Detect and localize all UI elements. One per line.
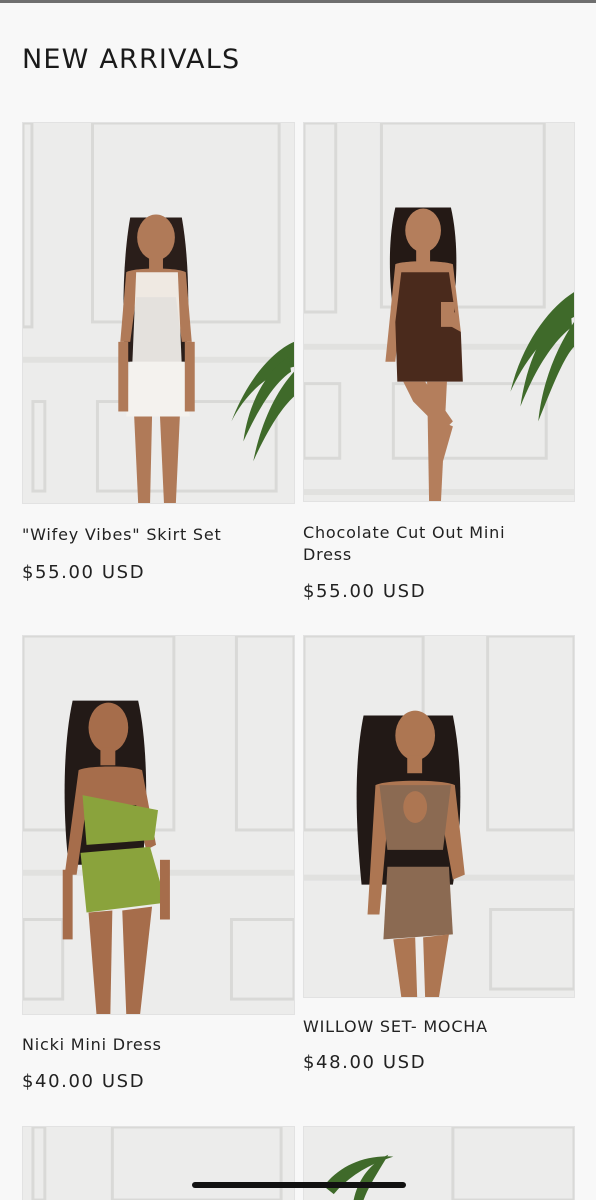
product-image[interactable] <box>303 1126 575 1200</box>
product-name[interactable]: WILLOW SET- MOCHA <box>303 1016 575 1038</box>
product-card-2[interactable]: Chocolate Cut Out Mini Dress $55.00 USD <box>303 122 575 612</box>
section-title: NEW ARRIVALS <box>22 44 241 75</box>
product-card-3[interactable]: Nicki Mini Dress $40.00 USD <box>22 635 295 1105</box>
product-card-5[interactable] <box>22 1126 295 1200</box>
product-card-1[interactable]: "Wifey Vibes" Skirt Set $55.00 USD <box>22 122 295 592</box>
product-card-4[interactable]: WILLOW SET- MOCHA $48.00 USD <box>303 635 575 1105</box>
product-image[interactable] <box>22 122 295 504</box>
product-image[interactable] <box>22 1126 295 1200</box>
product-image[interactable] <box>22 635 295 1015</box>
product-card-6[interactable] <box>303 1126 575 1200</box>
product-image[interactable] <box>303 122 575 502</box>
product-price: $48.00 USD <box>303 1052 427 1073</box>
product-price: $55.00 USD <box>22 562 146 583</box>
product-image[interactable] <box>303 635 575 998</box>
product-name[interactable]: "Wifey Vibes" Skirt Set <box>22 524 294 546</box>
product-price: $40.00 USD <box>22 1071 146 1092</box>
home-indicator[interactable] <box>192 1182 406 1188</box>
top-divider <box>0 0 596 3</box>
product-name[interactable]: Nicki Mini Dress <box>22 1034 294 1056</box>
product-name[interactable]: Chocolate Cut Out Mini Dress <box>303 522 543 566</box>
product-price: $55.00 USD <box>303 581 427 602</box>
